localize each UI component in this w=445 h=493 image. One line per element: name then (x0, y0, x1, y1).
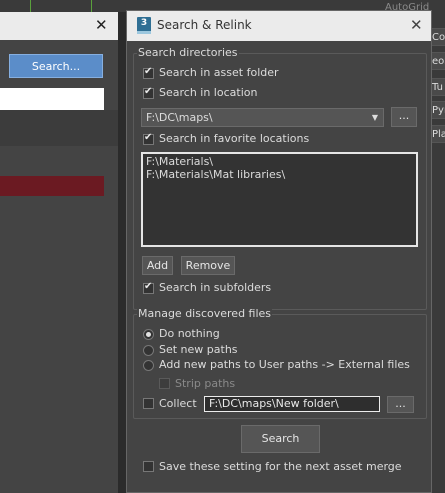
subfolders-checkbox[interactable] (143, 281, 154, 294)
location-label: Search in location (159, 86, 258, 99)
background-input[interactable] (0, 88, 104, 110)
set-new-paths-label: Set new paths (159, 343, 238, 356)
list-item[interactable]: F:\Materials\Mat libraries\ (146, 168, 413, 181)
favorite-locations-checkbox[interactable] (143, 132, 154, 145)
remove-button[interactable]: Remove (181, 256, 235, 275)
side-button-pyr[interactable]: Pyr (431, 101, 445, 119)
close-icon[interactable]: ✕ (410, 16, 423, 34)
background-selected-row[interactable] (0, 176, 104, 196)
subfolders-label: Search in subfolders (159, 281, 272, 294)
do-nothing-radio[interactable] (143, 329, 154, 340)
dialog-title: Search & Relink (157, 18, 252, 32)
strip-paths-label: Strip paths (175, 377, 236, 390)
location-checkbox[interactable] (143, 86, 154, 99)
location-browse-button[interactable]: ... (391, 107, 417, 127)
background-panel (0, 110, 118, 146)
add-user-paths-label: Add new paths to User paths -> External … (159, 358, 410, 371)
strip-paths-checkbox[interactable] (159, 378, 170, 389)
chevron-down-icon: ▼ (371, 113, 378, 122)
background-dialog-titlebar: ✕ (0, 12, 118, 40)
background-dialog: ✕ Search... (0, 12, 118, 493)
favorite-locations-label: Search in favorite locations (159, 132, 310, 145)
search-relink-dialog: 3 Search & Relink ✕ Search directories S… (126, 10, 432, 493)
do-nothing-label: Do nothing (159, 327, 220, 340)
collect-checkbox[interactable] (143, 398, 154, 409)
asset-folder-label: Search in asset folder (159, 66, 279, 79)
collect-label: Collect (159, 397, 197, 410)
list-item[interactable]: F:\Materials\ (146, 155, 413, 168)
side-button-co[interactable]: Co (431, 28, 445, 46)
collect-path-input[interactable]: F:\DC\maps\New folder\ (204, 396, 380, 412)
add-user-paths-radio[interactable] (143, 360, 154, 371)
background-search-button[interactable]: Search... (9, 54, 103, 78)
asset-folder-checkbox[interactable] (143, 66, 154, 79)
side-button-tu[interactable]: Tu (431, 78, 445, 96)
dialog-titlebar[interactable]: 3 Search & Relink ✕ (127, 11, 431, 41)
manage-files-label: Manage discovered files (137, 307, 273, 320)
search-button[interactable]: Search (241, 425, 320, 453)
side-button-eos[interactable]: eoS (431, 52, 445, 70)
search-directories-label: Search directories (137, 46, 239, 59)
save-setting-label: Save these setting for the next asset me… (159, 460, 402, 473)
favorite-locations-list[interactable]: F:\Materials\ F:\Materials\Mat libraries… (141, 152, 418, 247)
viewport-grid-lines (30, 0, 92, 12)
collect-browse-button[interactable]: ... (387, 396, 414, 413)
save-setting-checkbox[interactable] (143, 461, 154, 472)
app-icon: 3 (137, 17, 151, 34)
location-path-value: F:\DC\maps\ (146, 111, 213, 124)
add-button[interactable]: Add (142, 256, 173, 275)
location-path-dropdown[interactable]: F:\DC\maps\ ▼ (141, 108, 384, 127)
set-new-paths-radio[interactable] (143, 345, 154, 356)
close-icon[interactable]: ✕ (95, 16, 108, 34)
side-button-pla[interactable]: Pla (431, 125, 445, 143)
